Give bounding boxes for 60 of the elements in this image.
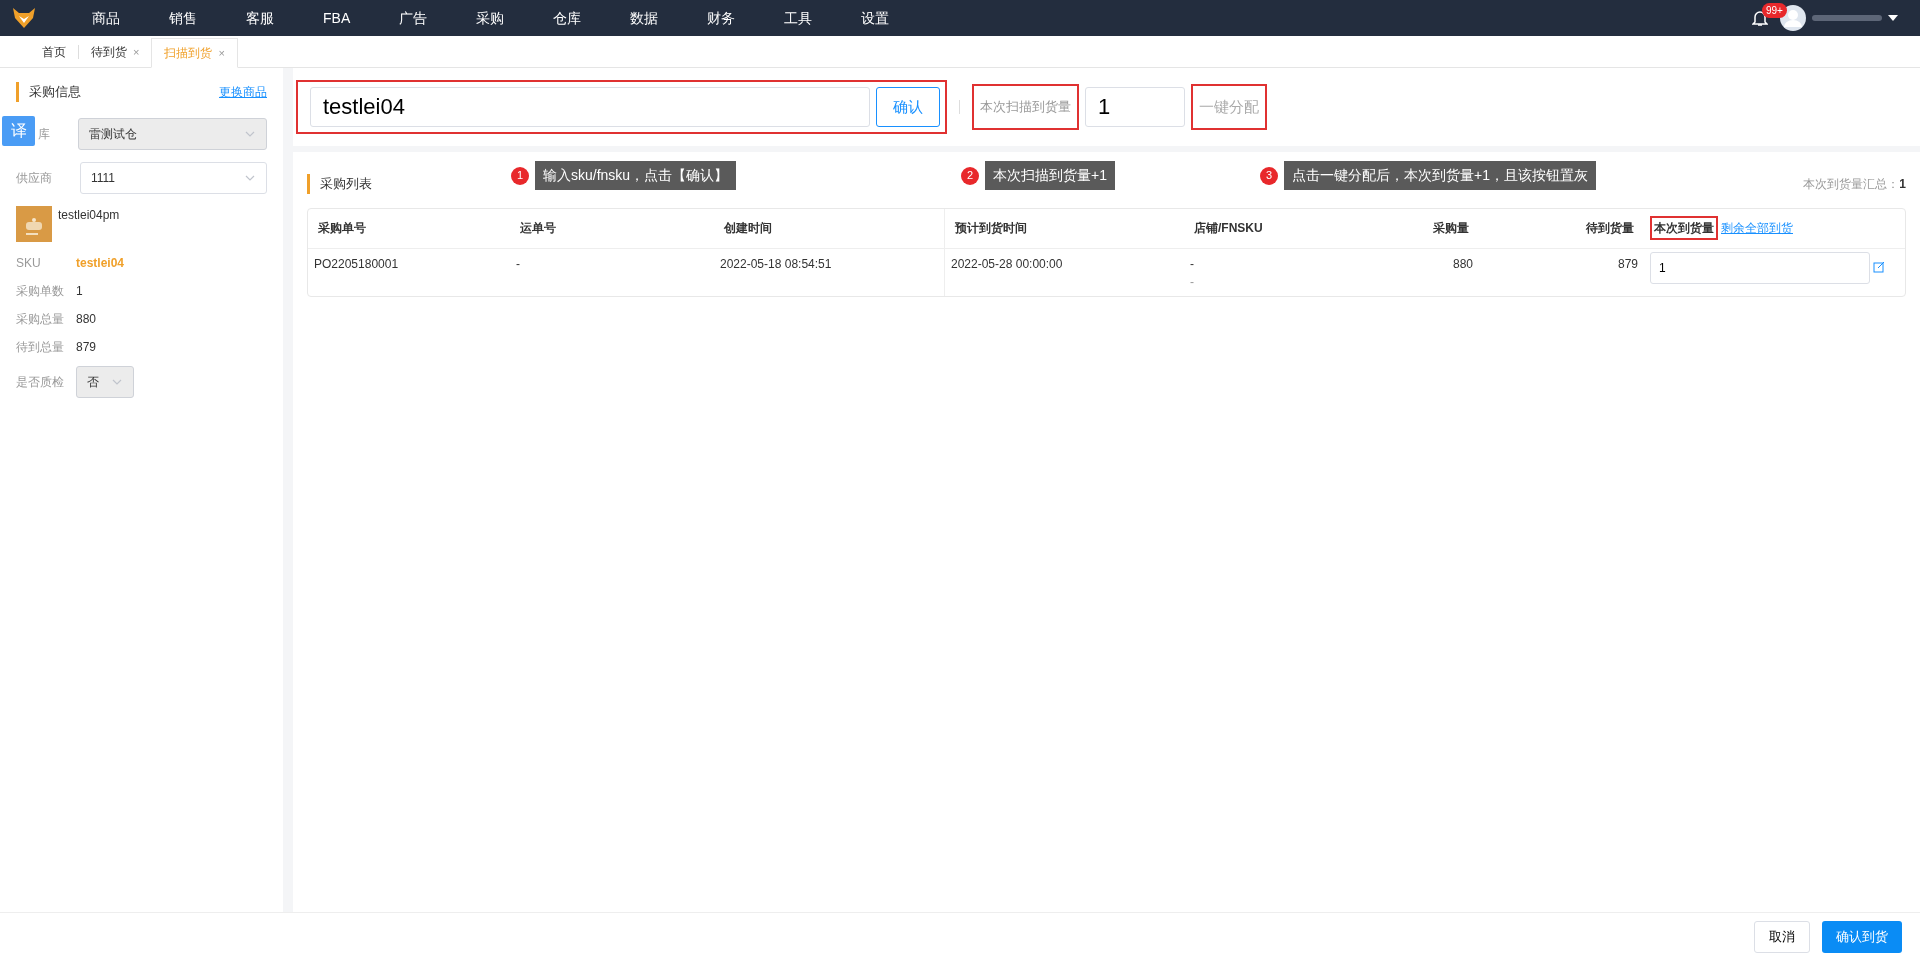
field-value: 880 (76, 310, 97, 326)
column-header: 运单号 (519, 220, 557, 237)
edit-icon[interactable] (1873, 260, 1885, 273)
cancel-button[interactable]: 取消 (1754, 920, 1810, 953)
nav-item[interactable]: 财务 (707, 7, 736, 29)
table-cell-text: - (1190, 255, 1195, 273)
page-tab[interactable]: 首页 (30, 37, 78, 67)
column-header: 本次到货量 (1650, 216, 1718, 240)
field-label: 待到总量 (16, 338, 65, 354)
nav-item[interactable]: 商品 (92, 7, 120, 29)
summary-text: 本次到货量汇总：1 (1803, 175, 1906, 193)
nav-item[interactable]: 广告 (399, 7, 428, 29)
table-cell-text: PO2205180001 (314, 255, 400, 273)
table-cell-text: 880 (1452, 255, 1473, 273)
tooltip: 本次扫描到货量+1 (985, 161, 1115, 190)
scan-qty-input[interactable]: 1 (1085, 87, 1185, 127)
product-name: testlei04pm (58, 206, 120, 224)
field-label: SKU (16, 254, 42, 270)
column-header: 预计到货时间 (954, 220, 1028, 237)
arrive-qty-input[interactable]: 1 (1650, 251, 1870, 284)
nav-item[interactable]: 数据 (630, 7, 659, 29)
tooltip: 点击一键分配后，本次到货量+1，且该按钮置灰 (1284, 161, 1596, 190)
nav-item[interactable]: 销售 (169, 7, 197, 29)
field-label: 采购单数 (16, 282, 65, 298)
nav-item[interactable]: 仓库 (553, 7, 582, 29)
fox-logo[interactable] (12, 7, 36, 29)
page-tab[interactable]: 待到货 × (79, 37, 152, 67)
column-header: 采购量 (1432, 220, 1470, 237)
table-cell-text: - (516, 255, 521, 273)
field-value: 1 (76, 282, 83, 298)
table-cell-text: 879 (1617, 255, 1638, 273)
field-value: testlei04 (76, 254, 125, 270)
tooltip: 输入sku/fnsku，点击【确认】 (535, 161, 737, 190)
nav-item[interactable]: FBA (323, 7, 351, 29)
field-label: 供应商 (16, 170, 52, 185)
column-header: 店铺/FNSKU (1193, 220, 1264, 237)
table-cell-text: 2022-05-28 00:00:00 (951, 255, 1064, 273)
nav-item[interactable]: 采购 (476, 7, 505, 29)
column-header: 待到货量 (1585, 220, 1635, 237)
field-label: 库 (38, 126, 50, 141)
table-cell-text: - (1190, 273, 1195, 291)
panel-title: 采购信息 (16, 82, 81, 102)
column-header: 采购单号 (317, 220, 367, 237)
section-title: 采购列表 (307, 174, 372, 194)
supplier-select[interactable]: 1111 (80, 161, 267, 194)
nav-item[interactable]: 工具 (784, 7, 813, 29)
field-label: 采购总量 (16, 310, 65, 326)
field-value: 879 (76, 338, 97, 354)
blurred-username (1812, 13, 1882, 23)
bell-icon[interactable] (1752, 9, 1768, 28)
nav-item[interactable]: 客服 (246, 7, 274, 29)
field-label: 是否质检 (16, 373, 65, 391)
caret-icon[interactable] (1888, 15, 1898, 21)
column-header: 创建时间 (723, 220, 773, 237)
sku-input[interactable]: testlei04 (310, 87, 870, 127)
table-cell-text: 2022-05-18 08:54:51 (720, 255, 833, 273)
scan-qty-label: 本次扫描到货量 (972, 84, 1079, 130)
notification-count: 99+ (1762, 2, 1787, 18)
nav-item[interactable]: 设置 (861, 7, 890, 29)
inspection-select[interactable]: 否 (76, 365, 134, 398)
